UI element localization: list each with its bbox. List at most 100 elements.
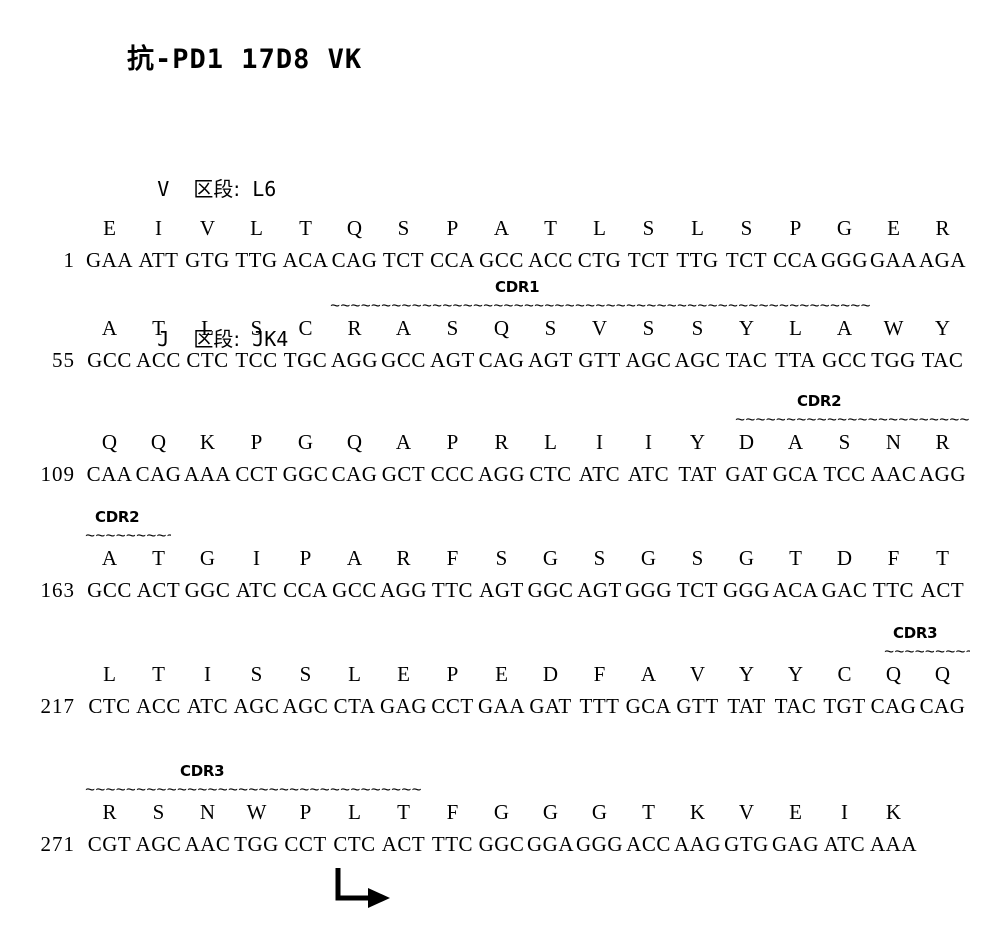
amino-acid-cell: S <box>593 546 606 570</box>
amino-acid-cell: I <box>204 662 211 686</box>
cdr-label-row: CDR2 <box>0 392 1000 412</box>
codon-cell: AAA <box>184 462 231 486</box>
amino-acid-cell: Q <box>346 216 363 240</box>
amino-acid-cell: W <box>883 316 904 340</box>
cdr-label: CDR1 <box>495 278 540 296</box>
codon-cell: ACA <box>772 578 819 602</box>
codon-cell: GGG <box>576 832 623 856</box>
codon-cell: AGA <box>919 248 966 272</box>
codon-cell: AGC <box>625 348 672 372</box>
amino-acid-cell: T <box>642 800 655 824</box>
amino-acid-cell: Q <box>150 430 167 454</box>
codon-cell: ACT <box>136 578 181 602</box>
codon-cell: TGG <box>234 832 279 856</box>
amino-acid-cell: S <box>299 662 312 686</box>
codon-cell: AAC <box>870 462 917 486</box>
codon-cell: CAG <box>870 694 917 718</box>
cdr-underline: ~~~~~~~~~~~~~~~~~~~~~~~~~~~~~~~~~~~~~~~~… <box>330 298 870 317</box>
amino-acid-cell: L <box>691 216 704 240</box>
amino-acid-cell: P <box>789 216 802 240</box>
amino-acid-cell: T <box>299 216 312 240</box>
cdr-underline: ~~~~~~~~~~~~ <box>85 528 171 547</box>
codon-cell: GTT <box>578 348 621 372</box>
nucleotide-row: 1 GAA ATT GTG TTG ACA CAG TCT CCA GCC ACC CTG TCT TTG… <box>0 248 1000 278</box>
amino-acid-cell: S <box>838 430 851 454</box>
codon-cell: AGG <box>919 462 966 486</box>
codon-cell: GTG <box>185 248 230 272</box>
codon-cell: ATC <box>578 462 621 486</box>
codon-cell: ACA <box>282 248 329 272</box>
amino-acid-cell: C <box>837 662 852 686</box>
codon-cell: GCA <box>625 694 672 718</box>
sequence-block-55: CDR1 ~~~~~~~~~~~~~~~~~~~~~~~~~~~~~~~~~~~~… <box>0 278 1000 378</box>
amino-acid-cell: L <box>544 430 557 454</box>
codon-cell: TCT <box>725 248 768 272</box>
amino-acid-cell: S <box>691 546 704 570</box>
amino-acid-cell: L <box>103 662 116 686</box>
amino-acid-cell: S <box>446 316 459 340</box>
cdr-label: CDR3 <box>893 624 938 642</box>
amino-acid-cell: R <box>396 546 411 570</box>
sequence-block-271: CDR3 ~~~~~~~~~~~~~~~~~~~~~~~~~~~~~~~~~~~~… <box>0 762 1000 862</box>
amino-acid-cell: T <box>789 546 802 570</box>
amino-acid-cell: S <box>740 216 753 240</box>
codon-cell: AGG <box>380 578 427 602</box>
codon-cell: TTC <box>431 578 474 602</box>
amino-acid-cell: F <box>593 662 606 686</box>
codon-cell: AGC <box>674 348 721 372</box>
codon-cell: ATC <box>186 694 229 718</box>
codon-cell: ACT <box>381 832 426 856</box>
amino-acid-cell: E <box>495 662 508 686</box>
amino-acid-cell: T <box>152 546 165 570</box>
codon-cell: GTG <box>724 832 769 856</box>
sequence-block-217: CDR3 ~~~~~~~~~~~~ L T I S S L E P E D F A V Y Y C Q Q 217 CTC… <box>0 624 1000 724</box>
codon-cell: GGC <box>184 578 231 602</box>
amino-acid-cell: Q <box>934 662 951 686</box>
amino-acid-cell: D <box>836 546 853 570</box>
codon-cell: ACC <box>136 348 181 372</box>
amino-acid-row: ATLSCRASQSVSSYLAWY <box>0 316 1000 348</box>
codon-cell: AGC <box>233 694 280 718</box>
amino-acid-cell: Q <box>346 430 363 454</box>
codon-cell: ACC <box>528 248 573 272</box>
amino-acid-cell: Y <box>738 316 755 340</box>
row-number: 217 <box>40 694 75 718</box>
amino-acid-cell: A <box>395 316 412 340</box>
amino-acid-cell: S <box>495 546 508 570</box>
amino-acid-cell: L <box>250 216 263 240</box>
codon-cell: TGC <box>283 348 328 372</box>
codon-cell: GGA <box>527 832 574 856</box>
codon-cell: ACT <box>920 578 965 602</box>
nucleotide-row: 55 GCC ACC CTC TCC TGC AGG GCC AGT CAG AGT GTT AGC AG… <box>0 348 1000 378</box>
amino-acid-cell: V <box>689 662 706 686</box>
codon-cell: GAA <box>86 248 133 272</box>
amino-acid-cell: A <box>787 430 804 454</box>
amino-acid-cell: I <box>253 546 260 570</box>
cdr-label-row: CDR1 <box>0 278 1000 298</box>
amino-acid-cell: A <box>346 546 363 570</box>
amino-acid-cell: K <box>689 800 706 824</box>
codon-cell: GAA <box>870 248 917 272</box>
amino-acid-cell: A <box>395 430 412 454</box>
amino-acid-cell: F <box>887 546 900 570</box>
amino-acid-cell: A <box>836 316 853 340</box>
amino-acid-cell: G <box>738 546 755 570</box>
sequence-block-1: E I V L T Q S P A T L S L S P G E R 1 GAA ATT GTG TTG ACA CAG TCT… <box>0 196 1000 278</box>
cdr-underline-row: ~~~~~~~~~~~~~~~~~~~~~~~~~~~~~~~~~~~~~~~~… <box>0 298 1000 317</box>
amino-acid-row: LTISSLEPEDFAVYYCQQ <box>0 662 1000 694</box>
codon-cell: GTT <box>676 694 719 718</box>
codon-cell: GCC <box>381 348 426 372</box>
amino-acid-cell: G <box>199 546 216 570</box>
amino-acid-cell: F <box>446 546 459 570</box>
codon-cell: AGC <box>135 832 182 856</box>
codon-cell: TCC <box>823 462 866 486</box>
codon-cell: TGG <box>871 348 916 372</box>
amino-acid-cell: G <box>493 800 510 824</box>
codon-cell: TCC <box>235 348 278 372</box>
cdr-underline-row: ~~~~~~~~~~~~ <box>0 644 1000 663</box>
nucleotide-row: 163 GCC ACT GGC ATC CCA GCC AGG TTC AGT GGC AGT GGG T… <box>0 578 1000 608</box>
codon-cell: CTC <box>186 348 229 372</box>
amino-acid-cell: G <box>297 430 314 454</box>
amino-acid-cell: G <box>836 216 853 240</box>
